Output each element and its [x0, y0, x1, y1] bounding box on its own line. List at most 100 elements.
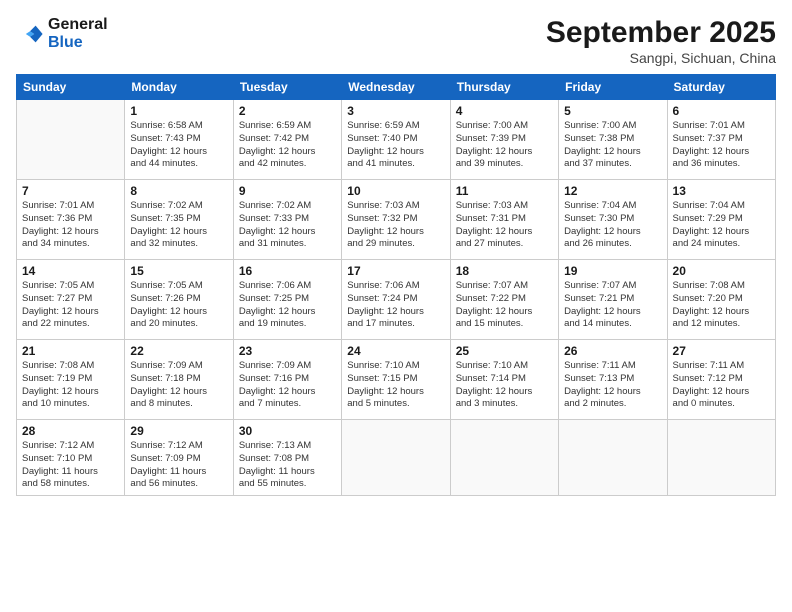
day-number: 6	[673, 104, 770, 118]
day-cell: 30 Sunrise: 7:13 AM Sunset: 7:08 PM Dayli…	[233, 420, 341, 496]
day-cell: 25 Sunrise: 7:10 AM Sunset: 7:14 PM Dayli…	[450, 340, 558, 420]
day-number: 4	[456, 104, 553, 118]
day-info: Sunrise: 7:09 AM Sunset: 7:16 PM Dayligh…	[239, 360, 336, 411]
day-info: Sunrise: 7:10 AM Sunset: 7:14 PM Dayligh…	[456, 360, 553, 411]
day-cell: 8Sunrise: 7:02 AM Sunset: 7:35 PM Daylig…	[125, 180, 233, 260]
day-info: Sunrise: 7:07 AM Sunset: 7:22 PM Dayligh…	[456, 280, 553, 331]
day-number: 5	[564, 104, 661, 118]
day-cell: 2 Sunrise: 6:59 AM Sunset: 7:42 PM Daylig…	[233, 100, 341, 180]
day-number: 3	[347, 104, 444, 118]
day-cell: 23 Sunrise: 7:09 AM Sunset: 7:16 PM Dayli…	[233, 340, 341, 420]
day-header-thursday: Thursday	[450, 75, 558, 100]
day-number: 2	[239, 104, 336, 118]
calendar-header-row: SundayMondayTuesdayWednesdayThursdayFrid…	[17, 75, 776, 100]
day-info: Sunrise: 7:00 AM Sunset: 7:38 PM Dayligh…	[564, 120, 661, 171]
day-number: 27	[673, 344, 770, 358]
day-info: Sunrise: 7:05 AM Sunset: 7:26 PM Dayligh…	[130, 280, 227, 331]
day-cell: 1 Sunrise: 6:58 AM Sunset: 7:43 PM Daylig…	[125, 100, 233, 180]
day-number: 16	[239, 264, 336, 278]
day-number: 21	[22, 344, 119, 358]
day-info: Sunrise: 7:12 AM Sunset: 7:10 PM Dayligh…	[22, 440, 119, 491]
logo-text: General Blue	[48, 16, 108, 52]
day-header-sunday: Sunday	[17, 75, 125, 100]
logo-icon	[16, 20, 44, 48]
day-cell: 21 Sunrise: 7:08 AM Sunset: 7:19 PM Dayli…	[17, 340, 125, 420]
day-cell: 20 Sunrise: 7:08 AM Sunset: 7:20 PM Dayli…	[667, 260, 775, 340]
day-number: 23	[239, 344, 336, 358]
day-number: 12	[564, 184, 661, 198]
day-number: 20	[673, 264, 770, 278]
day-number: 17	[347, 264, 444, 278]
day-number: 29	[130, 424, 227, 438]
day-cell: 6 Sunrise: 7:01 AM Sunset: 7:37 PM Daylig…	[667, 100, 775, 180]
subtitle: Sangpi, Sichuan, China	[546, 50, 776, 66]
week-row-1: 1 Sunrise: 6:58 AM Sunset: 7:43 PM Daylig…	[17, 100, 776, 180]
day-cell: 17Sunrise: 7:06 AM Sunset: 7:24 PM Dayli…	[342, 260, 450, 340]
day-info: Sunrise: 7:00 AM Sunset: 7:39 PM Dayligh…	[456, 120, 553, 171]
day-cell: 10Sunrise: 7:03 AM Sunset: 7:32 PM Dayli…	[342, 180, 450, 260]
page-container: General Blue September 2025 Sangpi, Sich…	[0, 0, 792, 612]
day-info: Sunrise: 7:08 AM Sunset: 7:20 PM Dayligh…	[673, 280, 770, 331]
day-info: Sunrise: 7:10 AM Sunset: 7:15 PM Dayligh…	[347, 360, 444, 411]
day-number: 13	[673, 184, 770, 198]
day-info: Sunrise: 7:11 AM Sunset: 7:13 PM Dayligh…	[564, 360, 661, 411]
day-cell: 7 Sunrise: 7:01 AM Sunset: 7:36 PM Daylig…	[17, 180, 125, 260]
day-number: 26	[564, 344, 661, 358]
calendar-table: SundayMondayTuesdayWednesdayThursdayFrid…	[16, 74, 776, 496]
day-cell: 12 Sunrise: 7:04 AM Sunset: 7:30 PM Dayli…	[559, 180, 667, 260]
header: General Blue September 2025 Sangpi, Sich…	[16, 16, 776, 66]
day-number: 22	[130, 344, 227, 358]
day-cell: 19 Sunrise: 7:07 AM Sunset: 7:21 PM Dayli…	[559, 260, 667, 340]
day-number: 25	[456, 344, 553, 358]
day-info: Sunrise: 6:58 AM Sunset: 7:43 PM Dayligh…	[130, 120, 227, 171]
month-title: September 2025	[546, 16, 776, 50]
week-row-5: 28Sunrise: 7:12 AM Sunset: 7:10 PM Dayli…	[17, 420, 776, 496]
week-row-3: 14Sunrise: 7:05 AM Sunset: 7:27 PM Dayli…	[17, 260, 776, 340]
day-number: 8	[130, 184, 227, 198]
day-cell	[559, 420, 667, 496]
day-cell: 18 Sunrise: 7:07 AM Sunset: 7:22 PM Dayli…	[450, 260, 558, 340]
day-cell: 15Sunrise: 7:05 AM Sunset: 7:26 PM Dayli…	[125, 260, 233, 340]
day-cell	[667, 420, 775, 496]
day-number: 9	[239, 184, 336, 198]
day-cell: 5 Sunrise: 7:00 AM Sunset: 7:38 PM Daylig…	[559, 100, 667, 180]
day-number: 1	[130, 104, 227, 118]
day-info: Sunrise: 7:13 AM Sunset: 7:08 PM Dayligh…	[239, 440, 336, 491]
day-number: 7	[22, 184, 119, 198]
day-cell: 16 Sunrise: 7:06 AM Sunset: 7:25 PM Dayli…	[233, 260, 341, 340]
day-number: 19	[564, 264, 661, 278]
day-info: Sunrise: 7:03 AM Sunset: 7:31 PM Dayligh…	[456, 200, 553, 251]
day-header-monday: Monday	[125, 75, 233, 100]
day-cell	[342, 420, 450, 496]
day-cell: 28Sunrise: 7:12 AM Sunset: 7:10 PM Dayli…	[17, 420, 125, 496]
day-cell: 14Sunrise: 7:05 AM Sunset: 7:27 PM Dayli…	[17, 260, 125, 340]
day-cell: 3 Sunrise: 6:59 AM Sunset: 7:40 PM Daylig…	[342, 100, 450, 180]
day-header-friday: Friday	[559, 75, 667, 100]
day-cell: 29Sunrise: 7:12 AM Sunset: 7:09 PM Dayli…	[125, 420, 233, 496]
day-info: Sunrise: 7:01 AM Sunset: 7:37 PM Dayligh…	[673, 120, 770, 171]
day-cell: 13 Sunrise: 7:04 AM Sunset: 7:29 PM Dayli…	[667, 180, 775, 260]
day-info: Sunrise: 7:08 AM Sunset: 7:19 PM Dayligh…	[22, 360, 119, 411]
day-info: Sunrise: 7:06 AM Sunset: 7:25 PM Dayligh…	[239, 280, 336, 331]
day-info: Sunrise: 7:04 AM Sunset: 7:30 PM Dayligh…	[564, 200, 661, 251]
day-number: 11	[456, 184, 553, 198]
logo: General Blue	[16, 16, 108, 52]
day-number: 14	[22, 264, 119, 278]
day-info: Sunrise: 7:07 AM Sunset: 7:21 PM Dayligh…	[564, 280, 661, 331]
day-info: Sunrise: 6:59 AM Sunset: 7:40 PM Dayligh…	[347, 120, 444, 171]
day-info: Sunrise: 7:01 AM Sunset: 7:36 PM Dayligh…	[22, 200, 119, 251]
day-info: Sunrise: 7:04 AM Sunset: 7:29 PM Dayligh…	[673, 200, 770, 251]
day-number: 18	[456, 264, 553, 278]
day-info: Sunrise: 7:09 AM Sunset: 7:18 PM Dayligh…	[130, 360, 227, 411]
day-number: 24	[347, 344, 444, 358]
day-info: Sunrise: 6:59 AM Sunset: 7:42 PM Dayligh…	[239, 120, 336, 171]
day-cell	[17, 100, 125, 180]
day-number: 30	[239, 424, 336, 438]
day-cell: 24 Sunrise: 7:10 AM Sunset: 7:15 PM Dayli…	[342, 340, 450, 420]
title-block: September 2025 Sangpi, Sichuan, China	[546, 16, 776, 66]
day-info: Sunrise: 7:11 AM Sunset: 7:12 PM Dayligh…	[673, 360, 770, 411]
day-cell	[450, 420, 558, 496]
day-info: Sunrise: 7:03 AM Sunset: 7:32 PM Dayligh…	[347, 200, 444, 251]
day-header-saturday: Saturday	[667, 75, 775, 100]
week-row-2: 7 Sunrise: 7:01 AM Sunset: 7:36 PM Daylig…	[17, 180, 776, 260]
